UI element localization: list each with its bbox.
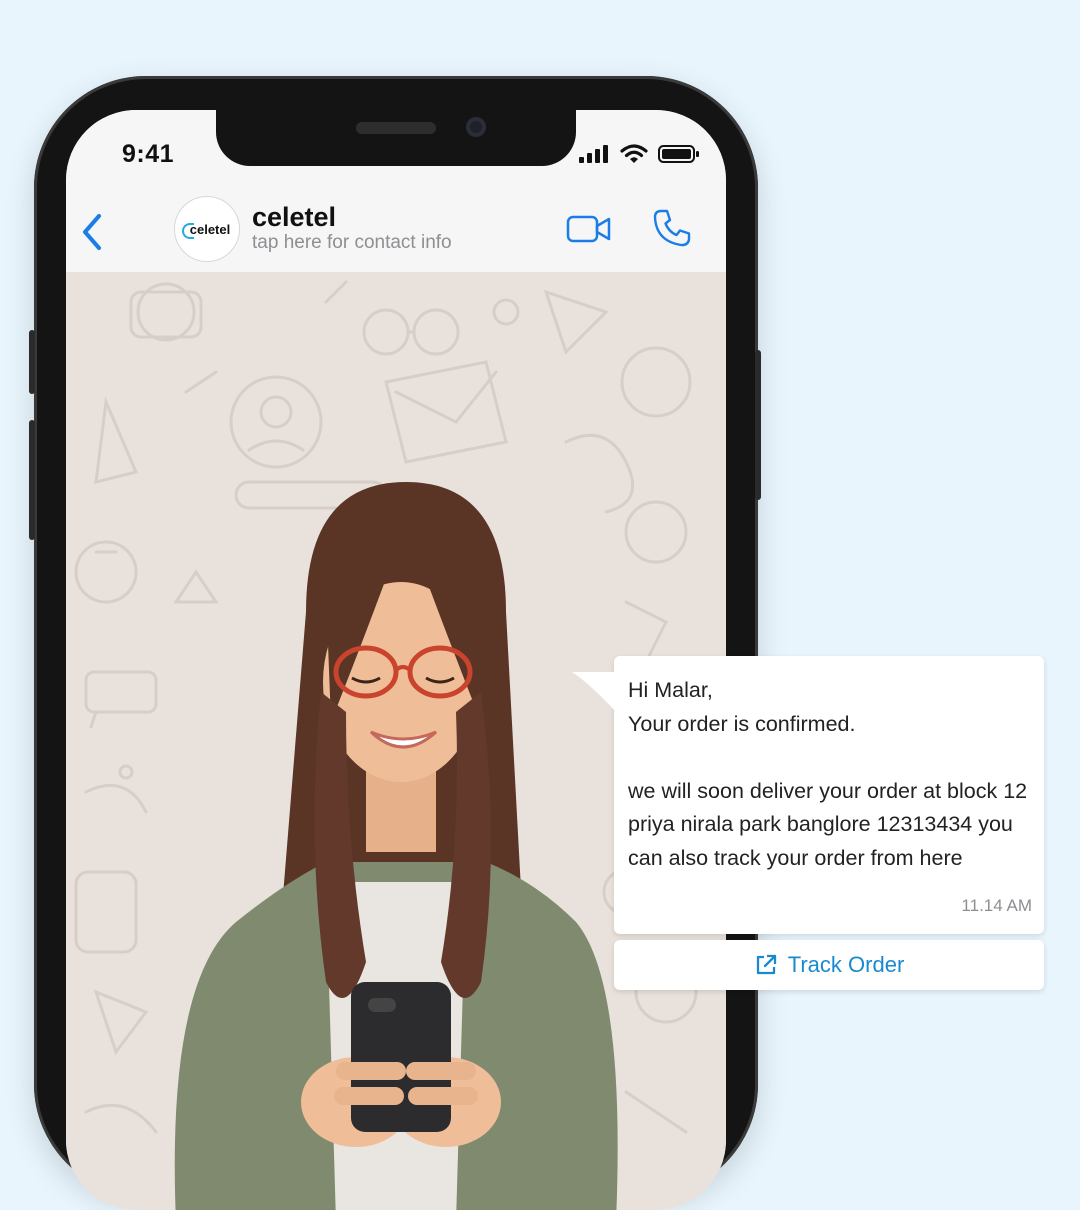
phone-side-button — [29, 330, 35, 394]
message-text: Hi Malar, Your order is confirmed. we wi… — [628, 678, 1028, 870]
message-bubble: Hi Malar, Your order is confirmed. we wi… — [572, 656, 1044, 934]
front-camera — [466, 117, 486, 137]
wifi-icon — [620, 144, 648, 163]
contact-name[interactable]: celetel — [252, 202, 336, 233]
track-order-button[interactable]: Track Order — [614, 940, 1044, 990]
speaker — [356, 122, 436, 134]
external-link-icon — [756, 954, 776, 975]
notch — [216, 110, 576, 166]
chat-header[interactable]: celetel celetel tap here for contact inf… — [66, 192, 726, 273]
video-camera-icon[interactable] — [566, 214, 612, 244]
signal-icon — [579, 145, 608, 163]
status-time: 9:41 — [122, 140, 175, 168]
message-timestamp: 11.14 AM — [961, 896, 1032, 915]
bubble-tail — [572, 672, 616, 712]
phone-side-button — [29, 420, 35, 540]
avatar[interactable]: celetel — [174, 196, 240, 262]
phone-side-button — [755, 350, 761, 500]
battery-icon — [658, 145, 699, 163]
chevron-left-icon[interactable] — [78, 212, 108, 252]
status-icons — [578, 144, 700, 164]
phone-icon[interactable] — [652, 208, 692, 248]
track-order-label: Track Order — [787, 952, 905, 977]
woman-holding-phone-image — [174, 482, 618, 1210]
status-bar: 9:41 — [66, 110, 726, 200]
contact-subtitle[interactable]: tap here for contact info — [252, 232, 452, 254]
celetel-logo: celetel — [181, 222, 230, 239]
